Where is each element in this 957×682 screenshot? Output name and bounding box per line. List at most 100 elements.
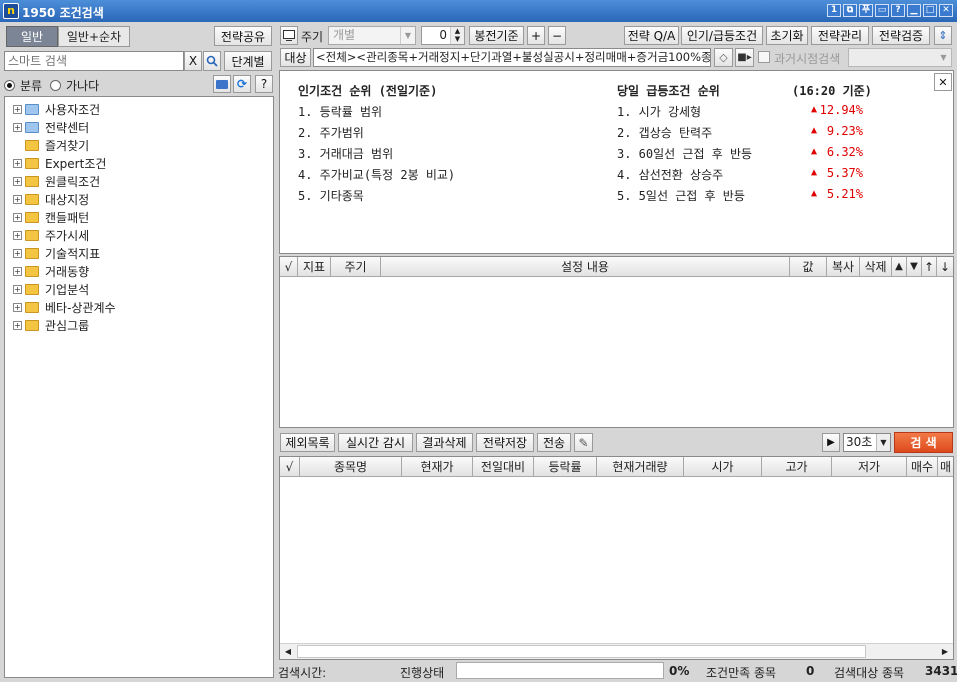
- result-col-ask: 매: [938, 457, 953, 476]
- popular-condition-item[interactable]: 1. 등락률 범위: [298, 103, 382, 120]
- open-folder-icon[interactable]: [213, 75, 231, 93]
- past-search-checkbox[interactable]: [758, 51, 770, 63]
- expand-icon[interactable]: +: [13, 194, 22, 204]
- surge-condition-item[interactable]: 5. 5일선 근접 후 반등: [617, 187, 745, 204]
- close-icon[interactable]: ✕: [934, 73, 952, 91]
- stepper-arrows-icon[interactable]: ▲ ▼: [450, 27, 464, 44]
- col-check[interactable]: √: [280, 257, 298, 276]
- exclude-list-button[interactable]: 제외목록: [280, 433, 335, 452]
- past-date-select[interactable]: ▼: [848, 48, 952, 67]
- help-button[interactable]: ?: [891, 4, 905, 17]
- tab-general-sequential[interactable]: 일반+순차: [58, 26, 130, 47]
- strategy-share-button[interactable]: 전략공유: [214, 26, 272, 46]
- check-icon[interactable]: ◇: [714, 48, 733, 67]
- expand-icon[interactable]: +: [13, 266, 22, 276]
- tree-item[interactable]: + 기술적지표: [13, 244, 100, 262]
- save-strategy-button[interactable]: 전략저장: [476, 433, 534, 452]
- expand-icon[interactable]: +: [13, 284, 22, 294]
- interval-select[interactable]: 30초 ▼: [843, 433, 891, 452]
- scroll-right-icon[interactable]: ▶: [937, 644, 953, 659]
- updown-arrows-icon[interactable]: ⇕: [934, 26, 952, 45]
- period-select[interactable]: 개별 ▼: [328, 26, 416, 45]
- refresh-icon[interactable]: ⟳: [233, 75, 251, 93]
- minimize-button[interactable]: ▁: [907, 4, 921, 17]
- apply-arrow-icon[interactable]: ■▸: [735, 48, 754, 67]
- popular-condition-item[interactable]: 2. 주가범위: [298, 124, 364, 141]
- surge-condition-item[interactable]: 4. 삼선전환 상승주: [617, 166, 723, 183]
- scroll-left-icon[interactable]: ◀: [280, 644, 296, 659]
- strategy-verify-button[interactable]: 전략검증: [872, 26, 930, 45]
- tree-item[interactable]: + 전략센터: [13, 118, 89, 136]
- move-down-icon[interactable]: ▼: [907, 257, 922, 276]
- surge-condition-item[interactable]: 3. 60일선 근접 후 반등: [617, 145, 752, 162]
- target-field[interactable]: <전체><관리종목+거래정지+단기과열+불성실공시+정리매매+증거금100%종: [313, 48, 711, 67]
- play-icon[interactable]: ▶: [822, 433, 840, 452]
- expand-icon[interactable]: +: [13, 320, 22, 330]
- window-num-button[interactable]: 1: [827, 4, 841, 17]
- expand-icon[interactable]: +: [13, 104, 22, 114]
- candle-basis-button[interactable]: 봉전기준: [469, 26, 524, 45]
- close-button[interactable]: ✕: [939, 4, 953, 17]
- step-view-button[interactable]: 단계별: [224, 51, 272, 71]
- clear-search-button[interactable]: X: [184, 51, 202, 71]
- reset-button[interactable]: 초기화: [766, 26, 808, 45]
- radio-alphabetical[interactable]: 가나다: [50, 77, 99, 94]
- expand-icon[interactable]: +: [13, 212, 22, 222]
- popular-condition-item[interactable]: 3. 거래대금 범위: [298, 145, 393, 162]
- popular-conditions-button[interactable]: 인기/급등조건: [681, 26, 763, 45]
- move-top-icon[interactable]: ↑: [922, 257, 937, 276]
- chevron-down-icon: ▼: [876, 434, 890, 451]
- expand-icon[interactable]: +: [13, 302, 22, 312]
- popular-right-title: 당일 급등조건 순위: [617, 84, 720, 98]
- tree-item[interactable]: + 베타-상관계수: [13, 298, 116, 316]
- tree-item[interactable]: + 사용자조건: [13, 100, 100, 118]
- popular-condition-item[interactable]: 5. 기타종목: [298, 187, 364, 204]
- expand-icon[interactable]: +: [13, 176, 22, 186]
- tree-item[interactable]: 즐겨찾기: [13, 136, 89, 154]
- offset-stepper[interactable]: 0 ▲ ▼: [421, 26, 465, 45]
- move-bottom-icon[interactable]: ↓: [937, 257, 953, 276]
- tree-item[interactable]: + 대상지정: [13, 190, 89, 208]
- add-button[interactable]: +: [527, 26, 545, 45]
- window-pin-button[interactable]: 푸: [859, 4, 873, 17]
- delete-result-button[interactable]: 결과삭제: [416, 433, 473, 452]
- tree-item[interactable]: + 거래동향: [13, 262, 89, 280]
- radio-sort[interactable]: 분류: [4, 77, 42, 94]
- tree-item[interactable]: + Expert조건: [13, 154, 106, 172]
- scroll-thumb[interactable]: [297, 645, 866, 658]
- tree-item[interactable]: + 기업분석: [13, 280, 89, 298]
- horizontal-scrollbar[interactable]: ◀ ▶: [280, 643, 953, 659]
- expand-icon[interactable]: +: [13, 230, 22, 240]
- folder-icon: [25, 229, 39, 241]
- chevron-down-icon: ▼: [400, 27, 415, 44]
- maximize-button[interactable]: □: [923, 4, 937, 17]
- expand-icon[interactable]: +: [13, 248, 22, 258]
- tab-general[interactable]: 일반: [6, 26, 58, 47]
- strategy-manage-button[interactable]: 전략관리: [811, 26, 869, 45]
- search-icon[interactable]: [203, 51, 221, 71]
- window-option-button[interactable]: ▭: [875, 4, 889, 17]
- surge-condition-item[interactable]: 2. 갭상승 탄력주: [617, 124, 712, 141]
- col-delete: 삭제: [860, 257, 892, 276]
- tree-item[interactable]: + 주가시세: [13, 226, 89, 244]
- strategy-qa-button[interactable]: 전략 Q/A: [624, 26, 679, 45]
- target-button[interactable]: 대상: [280, 48, 311, 67]
- tree-item[interactable]: + 원클릭조건: [13, 172, 100, 190]
- search-button[interactable]: 검 색: [894, 432, 953, 453]
- screen-icon[interactable]: [280, 26, 298, 45]
- popular-condition-item[interactable]: 4. 주가비교(특정 2봉 비교): [298, 166, 455, 183]
- realtime-watch-button[interactable]: 실시간 감시: [338, 433, 413, 452]
- help-icon[interactable]: ?: [255, 75, 273, 93]
- smart-search-input[interactable]: [4, 51, 184, 71]
- move-up-icon[interactable]: ▲: [892, 257, 907, 276]
- send-button[interactable]: 전송: [537, 433, 571, 452]
- window-link-button[interactable]: ⧉: [843, 4, 857, 17]
- expand-icon[interactable]: +: [13, 122, 22, 132]
- wrench-icon[interactable]: ✎: [574, 433, 593, 452]
- tree-item[interactable]: + 관심그룹: [13, 316, 89, 334]
- remove-button[interactable]: −: [548, 26, 566, 45]
- expand-icon[interactable]: +: [13, 158, 22, 168]
- result-col-check[interactable]: √: [280, 457, 300, 476]
- tree-item[interactable]: + 캔들패턴: [13, 208, 89, 226]
- surge-condition-item[interactable]: 1. 시가 강세형: [617, 103, 701, 120]
